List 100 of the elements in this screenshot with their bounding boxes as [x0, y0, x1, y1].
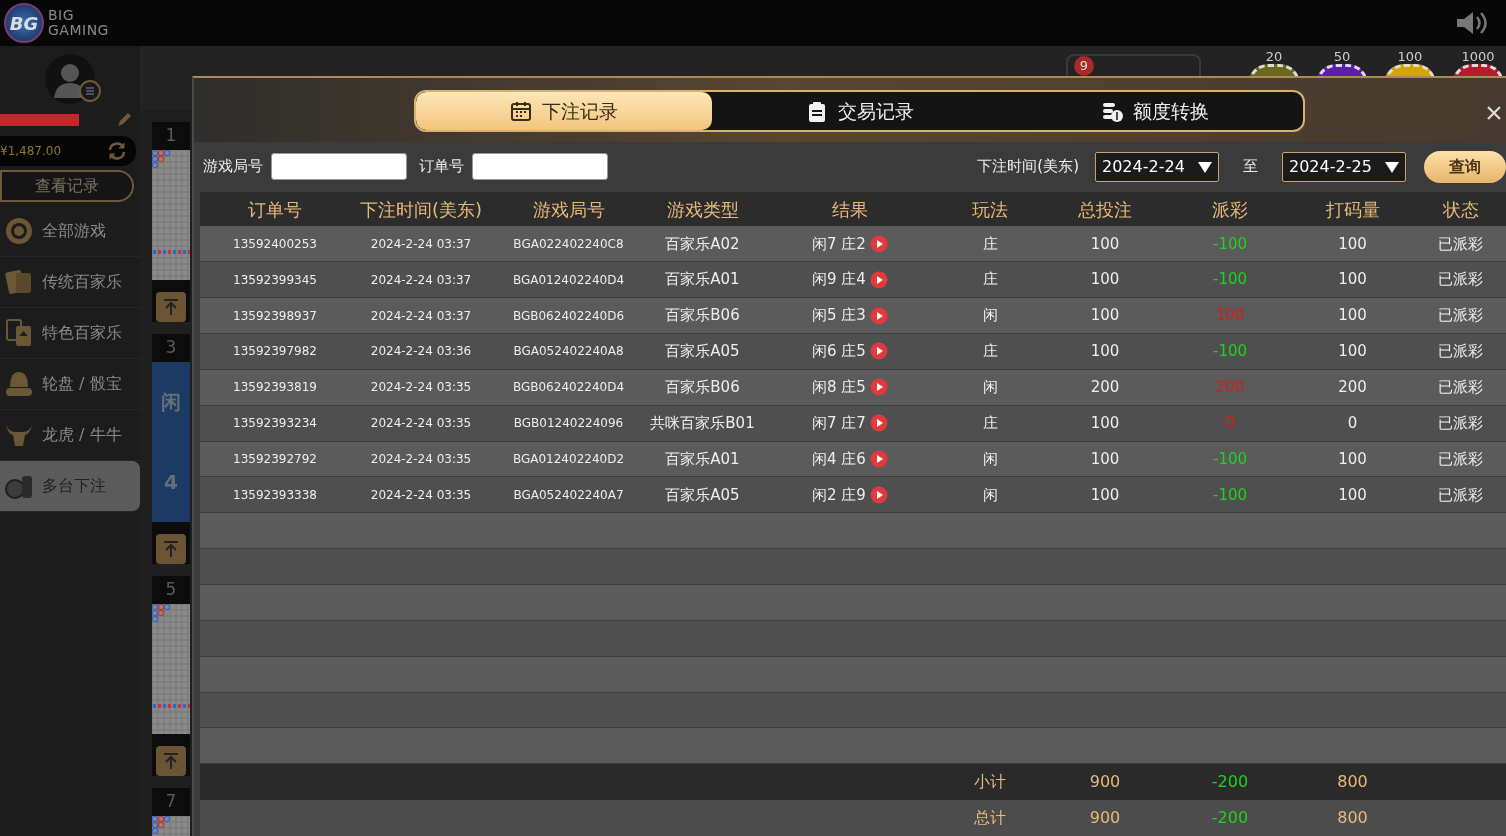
query-button[interactable]: 查询 — [1424, 150, 1506, 183]
table-cell-text: -100 — [1211, 448, 1248, 470]
table-cell-text: 闲6 庄5 — [812, 341, 866, 363]
table-cell-text: 13592393338 — [232, 486, 318, 504]
table-cell-text: 13592392792 — [232, 451, 318, 468]
date-select[interactable]: 2024-2-24 — [1095, 151, 1219, 182]
history-button[interactable]: 查看记录 — [0, 170, 134, 202]
table-cell-text: 已派彩 — [1437, 484, 1484, 506]
table-cell-text: 庄 — [981, 341, 999, 363]
table-cell-text: 已派彩 — [1437, 377, 1484, 399]
table-cell-text: 闲2 庄9 — [812, 484, 866, 506]
table-cell-text: 百家乐A05 — [664, 341, 741, 363]
table-cell-text: 100 — [1337, 448, 1368, 470]
table-cell-text: 已派彩 — [1437, 341, 1484, 363]
table-cell-text: 百家乐A05 — [664, 484, 741, 506]
table-cell-text: 100 — [1337, 484, 1368, 506]
table-cell-text: 13592399345 — [232, 271, 318, 289]
table-cell-text: BGB062402240D6 — [511, 307, 626, 325]
table-cell-text: 100 — [1337, 269, 1368, 291]
table-cell-text: 100 — [1337, 233, 1368, 255]
table-cell-text: 2024-2-24 03:36 — [369, 343, 473, 361]
table-cell-text: 100 — [1089, 412, 1121, 434]
table-cell-text: 100 — [1089, 305, 1121, 327]
balance-text: ¥1,487.00 — [0, 143, 62, 160]
chip-value: 1000 — [1461, 50, 1495, 64]
column-header: 游戏局号 — [531, 197, 606, 222]
table-cell-text: 2024-2-24 03:35 — [369, 379, 473, 397]
column-header: 游戏类型 — [665, 197, 740, 222]
table-cell-text: 13592400253 — [232, 235, 318, 253]
column-header: 订单号 — [247, 197, 303, 222]
date-select[interactable]: 2024-2-25 — [1282, 151, 1406, 182]
table-cell-text: 0 — [1224, 412, 1236, 434]
table-number: 3 — [164, 336, 178, 360]
table-cell-text: 2024-2-24 03:35 — [369, 415, 473, 433]
table-cell-text: BGB01240224096 — [512, 415, 625, 433]
tab[interactable]: 下注记录 — [416, 92, 712, 130]
sidebar-item[interactable]: 特色百家乐 — [0, 308, 140, 359]
table-cell-text: 13592393819 — [232, 379, 318, 397]
field-label: 至 — [1243, 156, 1258, 178]
table-cell-text: 已派彩 — [1437, 233, 1484, 255]
table-cell-text: 庄 — [981, 233, 999, 255]
table-cell-text: 闲 — [981, 448, 999, 470]
table-cell-text: 100 — [1089, 341, 1121, 363]
table-cell-text: 100 — [1089, 484, 1121, 506]
table-cell-text: 2024-2-24 03:35 — [369, 486, 473, 504]
table-cell-text: BGA012402240D4 — [511, 271, 626, 289]
table-cell-text: 100 — [1089, 233, 1121, 255]
table-cell-text: 200 — [1214, 377, 1246, 399]
table-cell-text: 2024-2-24 03:37 — [369, 271, 473, 289]
sidebar-item[interactable]: 全部游戏 — [0, 206, 140, 257]
summary-value: 900 — [1088, 807, 1122, 830]
table-cell-text: 100 — [1337, 341, 1368, 363]
column-header: 玩法 — [971, 197, 1009, 222]
table-cell-text: 闲8 庄5 — [812, 377, 866, 399]
column-header: 总投注 — [1077, 197, 1133, 222]
table-cell-text: 已派彩 — [1437, 412, 1484, 434]
field-label: 订单号 — [419, 156, 464, 178]
logo-text: GAMING — [48, 23, 109, 38]
table-cell-text: BGB062402240D4 — [511, 379, 626, 397]
summary-label: 小计 — [973, 771, 1007, 794]
column-header: 状态 — [1441, 197, 1480, 222]
table-cell-text: 闲7 庄2 — [812, 233, 866, 255]
table-cell-text: BGA052402240A8 — [512, 343, 625, 361]
sidebar-item[interactable]: 轮盘 / 骰宝 — [0, 359, 140, 410]
table-cell-text: 闲 — [981, 305, 999, 327]
column-header: 派彩 — [1211, 197, 1249, 222]
table-cell-text: 庄 — [981, 412, 999, 434]
table-cell-text: BGA022402240C8 — [512, 235, 625, 253]
column-header: 结果 — [831, 197, 869, 222]
table-cell-text: 100 — [1089, 269, 1121, 291]
table-cell-text: BGA052402240A7 — [512, 486, 625, 504]
table-cell-text: 2024-2-24 03:37 — [369, 235, 473, 253]
logo-badge: BG — [4, 3, 44, 43]
tab[interactable]: 额度转换 — [1007, 92, 1303, 130]
table-cell-text: 13592393234 — [232, 415, 318, 433]
chip-value: 20 — [1265, 50, 1283, 64]
table-cell-text: 闲9 庄4 — [812, 269, 866, 291]
table-cell-text: 已派彩 — [1437, 269, 1484, 291]
chip-value: 100 — [1397, 50, 1423, 64]
summary-value: 800 — [1336, 807, 1369, 830]
table-cell-text: 闲5 庄3 — [812, 305, 866, 327]
table-cell-text: 闲7 庄7 — [812, 412, 866, 434]
logo-text: BIG — [48, 8, 76, 23]
result-score: 4 — [164, 469, 178, 496]
sidebar-item[interactable]: 传统百家乐 — [0, 257, 140, 308]
table-number: 5 — [164, 578, 178, 602]
table-cell-text: 百家乐A01 — [664, 448, 741, 470]
column-header: 下注时间(美东) — [358, 197, 483, 222]
table-cell-text: BGA012402240D2 — [511, 451, 626, 468]
tab[interactable]: 交易记录 — [711, 92, 1008, 130]
table-cell-text: -100 — [1211, 484, 1248, 506]
summary-value: 900 — [1088, 771, 1122, 794]
table-cell-text: 2024-2-24 03:37 — [369, 307, 473, 325]
table-number: 7 — [164, 790, 178, 814]
table-cell-text: 已派彩 — [1437, 448, 1484, 470]
table-cell-text: 共咪百家乐B01 — [649, 412, 756, 434]
summary-value: -200 — [1210, 771, 1250, 794]
table-cell-text: -100 — [1211, 269, 1248, 291]
table-cell-text: 闲 — [981, 377, 999, 399]
table-cell-text: 13592397982 — [232, 343, 318, 361]
